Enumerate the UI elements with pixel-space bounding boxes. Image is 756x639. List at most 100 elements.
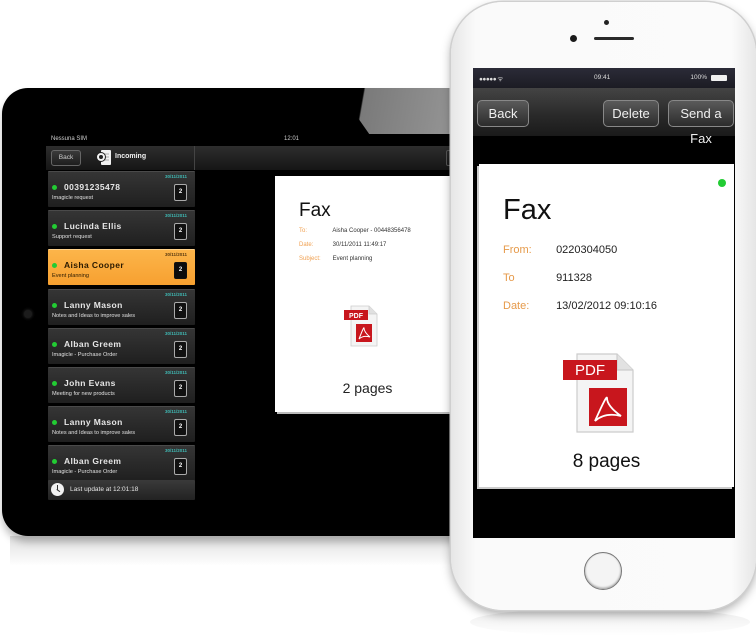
fax-sender: Alban Greem	[64, 456, 122, 467]
date-row: Date: 30/11/2011 11:49:17	[299, 242, 386, 248]
page-count: 8 pages	[572, 451, 641, 472]
to-row: To: Aisha Cooper - 00448356478	[299, 228, 411, 234]
fax-list-item[interactable]: 30/11/2011 Alban Greem Imagicle - Purcha…	[48, 327, 195, 364]
fax-date: 30/11/2011	[164, 213, 187, 219]
unread-dot-icon	[52, 263, 57, 269]
proximity-sensor-icon	[604, 20, 609, 25]
fax-sender: John Evans	[64, 377, 116, 388]
page-count-badge: 2	[174, 340, 187, 358]
iphone-navbar: Back Delete Send a Fax	[473, 88, 735, 146]
date-label: Date:	[299, 242, 314, 248]
fax-list: 30/11/2011 00391235478 Imagicle request …	[48, 171, 195, 485]
fax-date: 30/11/2011	[164, 409, 187, 415]
fax-list-item[interactable]: 30/11/2011 John Evans Meeting for new pr…	[48, 366, 195, 403]
ipad-reflection	[10, 536, 465, 566]
clock-icon	[51, 483, 64, 496]
subject-label: Subject:	[299, 256, 321, 262]
unread-dot-icon	[52, 459, 57, 465]
pdf-icon[interactable]: PDF	[561, 350, 639, 434]
to-row: To 911328	[503, 272, 592, 284]
status-dot-icon	[718, 179, 726, 187]
fax-subject: Imagicle - Purchase Order	[52, 351, 118, 358]
battery-icon	[711, 75, 727, 81]
date-label: Date:	[503, 300, 530, 312]
fax-sender: Lucinda Ellis	[64, 221, 122, 232]
date-value: 13/02/2012 09:10:16	[556, 300, 657, 312]
pdf-icon[interactable]: PDF	[343, 304, 379, 348]
delete-button[interactable]: Delete	[603, 100, 659, 127]
fax-list-item-selected[interactable]: 30/11/2011 Aisha Cooper Event planning 2	[48, 249, 195, 286]
ipad-camera-icon	[24, 310, 32, 318]
to-value: 911328	[556, 272, 592, 284]
battery-percent: 100%	[690, 74, 707, 81]
iphone-screen: ●●●●● ᯤ 09:41 100% Back Delete Send a Fa…	[473, 68, 735, 538]
fax-list-item[interactable]: 30/11/2011 Lucinda Ellis Support request…	[48, 210, 195, 247]
fax-sender: Lanny Mason	[64, 417, 123, 428]
unread-dot-icon	[52, 420, 57, 426]
date-value: 30/11/2011 11:49:17	[332, 242, 387, 248]
back-button[interactable]: Back	[51, 150, 81, 166]
fax-subject: Imagicle request	[52, 195, 94, 201]
fax-detail-card: Fax To: Aisha Cooper - 00448356478 Date:…	[275, 176, 476, 412]
page-count-badge: 2	[174, 184, 187, 201]
unread-dot-icon	[52, 185, 57, 190]
last-update-bar: Last update at 12:01:18	[48, 480, 195, 500]
fax-list-item[interactable]: 30/11/2011 00391235478 Imagicle request …	[48, 171, 195, 207]
fax-sender: 00391235478	[64, 182, 121, 192]
fax-list-item[interactable]: 30/11/2011 Lanny Mason Notes and Ideas t…	[48, 288, 195, 325]
front-camera-icon	[570, 35, 577, 42]
fax-detail-card: Fax From: 0220304050 To 911328 Date: 13/…	[479, 164, 734, 487]
page-count-badge: 2	[174, 223, 187, 241]
fax-list-item[interactable]: 30/11/2011 Alban Greem Imagicle - Purcha…	[48, 445, 195, 482]
ipad-navbar: Back Incoming	[46, 146, 476, 171]
to-label: To:	[299, 228, 308, 234]
home-button[interactable]	[584, 552, 622, 590]
iphone-reflection	[470, 608, 750, 636]
speaker-grille	[594, 37, 634, 40]
fax-subject: Meeting for new products	[52, 390, 115, 397]
fax-list-item[interactable]: 30/11/2011 Lanny Mason Notes and Ideas t…	[48, 406, 195, 443]
status-time: 09:41	[594, 74, 611, 81]
last-update-text: Last update at 12:01:18	[70, 486, 139, 493]
from-label: From:	[503, 244, 532, 256]
fax-subject: Notes and Ideas to improve sales	[52, 312, 136, 319]
unread-dot-icon	[52, 224, 57, 230]
unread-dot-icon	[52, 380, 57, 386]
pdf-label: PDF	[575, 362, 605, 379]
from-value: 0220304050	[556, 244, 618, 256]
incoming-fax-icon	[96, 150, 111, 165]
fax-date: 30/11/2011	[164, 252, 187, 258]
fax-subject: Event planning	[52, 273, 90, 280]
send-fax-button[interactable]: Send a Fax	[668, 100, 734, 146]
iphone-device: ●●●●● ᯤ 09:41 100% Back Delete Send a Fa…	[451, 2, 756, 610]
fax-date: 30/11/2011	[164, 448, 187, 454]
page-count-badge: 2	[174, 301, 187, 319]
fax-date: 30/11/2011	[164, 330, 187, 336]
fax-date: 30/11/2011	[164, 174, 187, 179]
to-label: To	[503, 272, 515, 284]
fax-date: 30/11/2011	[164, 369, 187, 375]
subject-value: Event planning	[332, 256, 373, 262]
pdf-label: PDF	[349, 313, 364, 320]
ipad-status-bar: Nessuna SIM 12:01	[46, 134, 476, 146]
fax-subject: Notes and Ideas to improve sales	[52, 430, 136, 437]
fax-title: Fax	[503, 194, 552, 226]
page-count-badge: 2	[174, 379, 187, 397]
back-button[interactable]: Back	[477, 100, 529, 127]
iphone-status-bar: ●●●●● ᯤ 09:41 100%	[473, 68, 735, 88]
status-time: 12:01	[284, 136, 300, 142]
subject-row: Subject: Event planning	[299, 256, 372, 262]
from-row: From: 0220304050	[503, 244, 617, 256]
page-count-badge: 2	[174, 419, 187, 437]
to-value: Aisha Cooper - 00448356478	[332, 228, 411, 234]
fax-subject: Imagicle - Purchase Order	[52, 469, 118, 476]
fax-subject: Support request	[52, 234, 92, 241]
unread-dot-icon	[52, 341, 57, 347]
carrier-label: Nessuna SIM	[51, 136, 88, 142]
date-row: Date: 13/02/2012 09:10:16	[503, 300, 657, 312]
page-title: Incoming	[115, 153, 147, 160]
fax-title: Fax	[299, 200, 331, 221]
unread-dot-icon	[52, 302, 57, 308]
fax-sender: Alban Greem	[64, 338, 122, 349]
fax-sender: Aisha Cooper	[64, 260, 125, 271]
